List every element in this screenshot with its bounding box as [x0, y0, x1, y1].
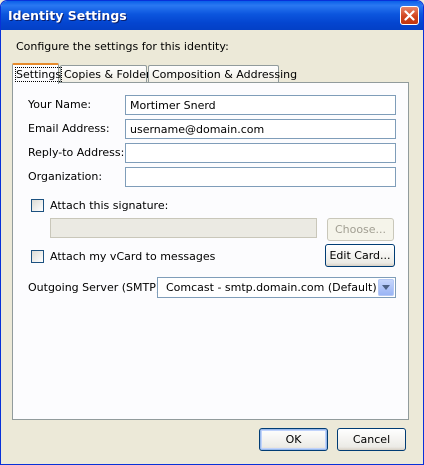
signature-file-input[interactable]	[50, 218, 317, 238]
attach-vcard-label: Attach my vCard to messages	[50, 250, 216, 263]
attach-signature-checkbox[interactable]	[31, 199, 44, 212]
organization-input[interactable]	[125, 167, 396, 187]
reply-to-label: Reply-to Address:	[28, 146, 125, 159]
chevron-down-icon	[382, 285, 390, 290]
window-title: Identity Settings	[8, 8, 127, 23]
tab-composition-addressing[interactable]: Composition & Addressing	[148, 65, 297, 82]
cancel-button[interactable]: Cancel	[337, 428, 406, 451]
reply-to-input[interactable]	[125, 143, 396, 163]
attach-signature-label: Attach this signature:	[50, 199, 169, 212]
email-address-input[interactable]	[125, 119, 396, 139]
email-address-label: Email Address:	[28, 122, 110, 135]
tab-label: Copies & Folders	[64, 68, 157, 81]
tab-copies-folders[interactable]: Copies & Folders	[60, 65, 156, 82]
organization-label: Organization:	[28, 170, 103, 183]
identity-settings-dialog: Identity Settings Configure the settings…	[0, 0, 424, 465]
outgoing-server-value: Comcast - smtp.domain.com (Default)	[166, 281, 377, 294]
attach-vcard-checkbox[interactable]	[31, 250, 44, 263]
tab-label: Composition & Addressing	[152, 68, 298, 81]
outgoing-server-select[interactable]: Comcast - smtp.domain.com (Default)	[157, 277, 396, 298]
choose-button[interactable]: Choose...	[327, 218, 394, 241]
close-icon	[404, 10, 415, 21]
close-button[interactable]	[400, 6, 419, 25]
edit-card-button[interactable]: Edit Card...	[325, 244, 395, 267]
dropdown-arrow[interactable]	[378, 279, 394, 296]
title-bar[interactable]: Identity Settings	[1, 1, 423, 30]
outgoing-server-label: Outgoing Server (SMTP):	[28, 281, 164, 294]
dialog-caption: Configure the settings for this identity…	[16, 40, 229, 53]
tab-label: Settings	[14, 67, 63, 82]
ok-button[interactable]: OK	[259, 428, 328, 451]
tab-settings[interactable]: Settings	[12, 63, 63, 84]
your-name-input[interactable]	[125, 95, 396, 115]
your-name-label: Your Name:	[28, 98, 92, 111]
settings-panel: Your Name: Email Address: Reply-to Addre…	[12, 82, 409, 420]
